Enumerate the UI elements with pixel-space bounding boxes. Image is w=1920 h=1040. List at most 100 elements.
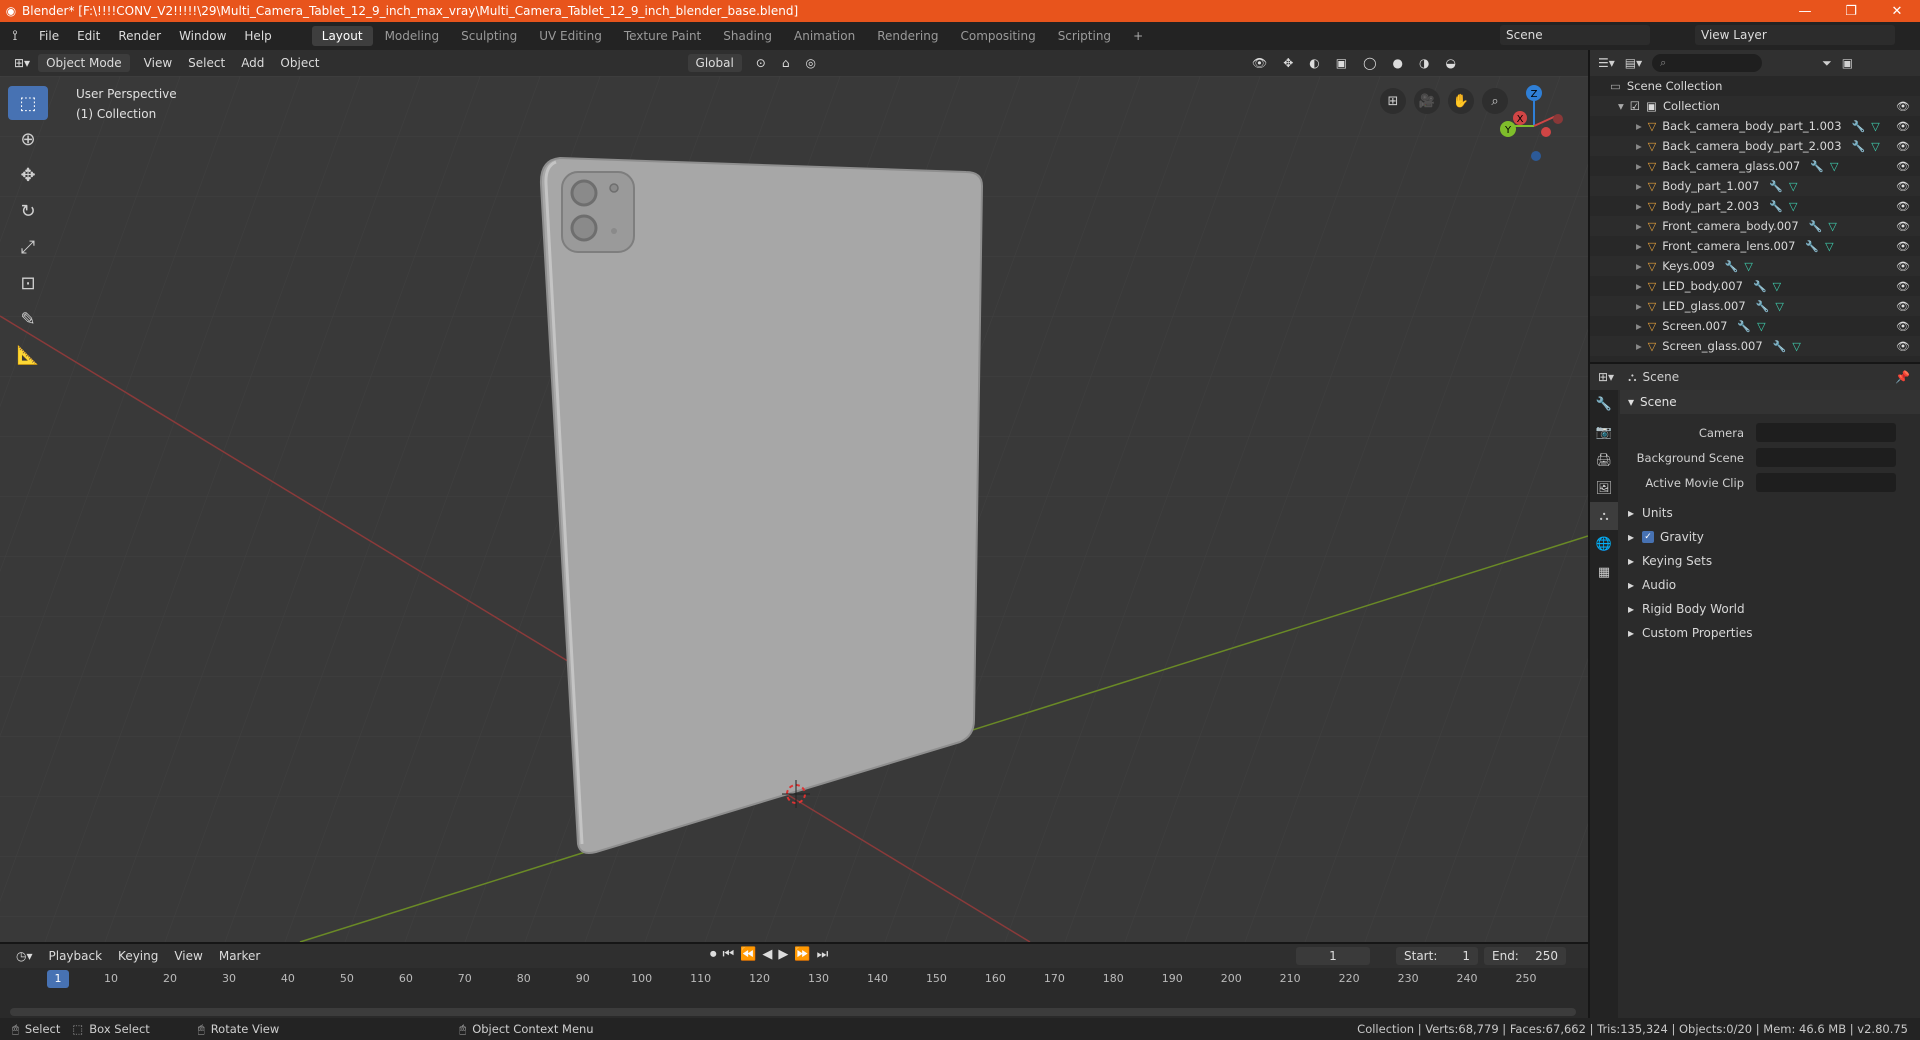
maximize-button[interactable]: ❐ — [1828, 4, 1874, 19]
transform-tool-icon[interactable]: ⊡ — [8, 266, 48, 300]
mode-dropdown[interactable]: Object Mode — [38, 54, 130, 72]
menu-object[interactable]: Object — [272, 54, 327, 72]
filter-icon[interactable]: ⏷ — [1822, 56, 1832, 71]
mesh-data-icon[interactable]: ▽ — [1775, 300, 1783, 313]
modifier-icon[interactable]: 🔧 — [1809, 220, 1823, 233]
outliner-object-row[interactable]: ▸ ▽ Screen_glass.007 🔧 ▽ 👁 — [1590, 336, 1920, 356]
view-layer-tab-icon[interactable]: 🖼 — [1590, 474, 1618, 502]
mesh-data-icon[interactable]: ▽ — [1789, 200, 1797, 213]
tab-uv-editing[interactable]: UV Editing — [529, 26, 612, 46]
eye-icon[interactable]: 👁 — [1896, 140, 1910, 153]
expand-arrow-icon[interactable]: ▾ — [1618, 99, 1624, 113]
keying-menu[interactable]: Keying — [110, 947, 166, 965]
expand-arrow-icon[interactable]: ▸ — [1636, 259, 1642, 273]
shading-rendered-icon[interactable]: ◒ — [1438, 54, 1464, 72]
snap-icon[interactable]: ⌂ — [774, 54, 798, 72]
modifier-icon[interactable]: 🔧 — [1773, 340, 1787, 353]
eye-icon[interactable]: 👁 — [1896, 320, 1910, 333]
collection-row[interactable]: ▾ ☑ ▣ Collection 👁 — [1590, 96, 1920, 116]
expand-arrow-icon[interactable]: ▸ — [1636, 179, 1642, 193]
transform-orientation-dropdown[interactable]: Global — [687, 54, 742, 72]
camera-view-icon[interactable]: 🎥 — [1414, 88, 1440, 114]
menu-view[interactable]: View — [136, 54, 180, 72]
outliner-editor-icon[interactable]: ☰▾ — [1598, 56, 1615, 70]
gizmo-neg-x[interactable] — [1553, 114, 1563, 124]
outliner-object-row[interactable]: ▸ ▽ Body_part_2.003 🔧 ▽ 👁 — [1590, 196, 1920, 216]
output-tab-icon[interactable]: 🖨 — [1590, 446, 1618, 474]
rotate-tool-icon[interactable]: ↻ — [8, 194, 48, 228]
outliner-object-row[interactable]: ▸ ▽ Body_part_1.007 🔧 ▽ 👁 — [1590, 176, 1920, 196]
modifier-icon[interactable]: 🔧 — [1852, 140, 1866, 153]
jump-end-icon[interactable]: ⏭ — [817, 947, 829, 962]
properties-editor-icon[interactable]: ⊞▾ — [1598, 370, 1614, 384]
units-panel[interactable]: ▸ Units — [1620, 501, 1920, 525]
checkbox-icon[interactable]: ☑ — [1630, 99, 1640, 113]
keying-sets-panel[interactable]: ▸ Keying Sets — [1620, 549, 1920, 573]
outliner-object-row[interactable]: ▸ ▽ Back_camera_glass.007 🔧 ▽ 👁 — [1590, 156, 1920, 176]
cursor-tool-icon[interactable]: ⊕ — [8, 122, 48, 156]
pan-hand-icon[interactable]: ✋ — [1448, 88, 1474, 114]
mesh-data-icon[interactable]: ▽ — [1789, 180, 1797, 193]
gravity-panel[interactable]: ▸ ✓ Gravity — [1620, 525, 1920, 549]
eye-icon[interactable]: 👁 — [1896, 260, 1910, 273]
render-tab-icon[interactable]: 📷 — [1590, 418, 1618, 446]
ortho-toggle-icon[interactable]: ⊞ — [1380, 88, 1406, 114]
annotate-tool-icon[interactable]: ✎ — [8, 302, 48, 336]
rigid-body-world-panel[interactable]: ▸ Rigid Body World — [1620, 597, 1920, 621]
tab-compositing[interactable]: Compositing — [950, 26, 1045, 46]
outliner-object-row[interactable]: ▸ ▽ LED_body.007 🔧 ▽ 👁 — [1590, 276, 1920, 296]
mesh-data-icon[interactable]: ▽ — [1825, 240, 1833, 253]
custom-properties-panel[interactable]: ▸ Custom Properties — [1620, 621, 1920, 645]
gravity-checkbox[interactable]: ✓ — [1642, 531, 1655, 543]
modifier-icon[interactable]: 🔧 — [1810, 160, 1824, 173]
tab-modeling[interactable]: Modeling — [375, 26, 450, 46]
expand-arrow-icon[interactable]: ▸ — [1636, 119, 1642, 133]
modifier-icon[interactable]: 🔧 — [1756, 300, 1770, 313]
menu-edit[interactable]: Edit — [68, 29, 109, 43]
background-scene-field[interactable] — [1756, 448, 1896, 467]
play-reverse-icon[interactable]: ◀ — [762, 947, 772, 962]
new-collection-icon[interactable]: ▣ — [1842, 56, 1853, 70]
menu-file[interactable]: File — [30, 29, 68, 43]
tab-sculpting[interactable]: Sculpting — [451, 26, 527, 46]
tool-tab-icon[interactable]: 🔧 — [1590, 390, 1618, 418]
menu-render[interactable]: Render — [109, 29, 170, 43]
expand-arrow-icon[interactable]: ▸ — [1636, 279, 1642, 293]
minimize-button[interactable]: — — [1782, 4, 1828, 19]
audio-panel[interactable]: ▸ Audio — [1620, 573, 1920, 597]
blender-menu-icon[interactable]: ⟟ — [0, 28, 30, 44]
modifier-icon[interactable]: 🔧 — [1753, 280, 1767, 293]
view-layer-selector[interactable]: View Layer — [1695, 25, 1895, 45]
outliner-object-row[interactable]: ▸ ▽ Keys.009 🔧 ▽ 👁 — [1590, 256, 1920, 276]
tablet-model[interactable] — [539, 156, 984, 854]
outliner-object-row[interactable]: ▸ ▽ LED_glass.007 🔧 ▽ 👁 — [1590, 296, 1920, 316]
mesh-data-icon[interactable]: ▽ — [1871, 140, 1879, 153]
shading-solid-icon[interactable]: ● — [1385, 54, 1411, 72]
outliner-search-input[interactable]: ⌕ — [1652, 54, 1763, 72]
mesh-data-icon[interactable]: ▽ — [1757, 320, 1765, 333]
menu-help[interactable]: Help — [235, 29, 280, 43]
timeline-editor-icon[interactable]: ◷▾ — [8, 947, 41, 965]
modifier-icon[interactable]: 🔧 — [1725, 260, 1739, 273]
mesh-data-icon[interactable]: ▽ — [1828, 220, 1836, 233]
eye-icon[interactable]: 👁 — [1896, 180, 1910, 193]
jump-start-icon[interactable]: ⏮ — [723, 947, 735, 962]
editor-type-icon[interactable]: ⊞▾ — [6, 54, 38, 72]
shading-wireframe-icon[interactable]: ◯ — [1355, 54, 1384, 72]
shading-material-icon[interactable]: ◑ — [1411, 54, 1437, 72]
outliner-object-row[interactable]: ▸ ▽ Back_camera_body_part_2.003 🔧 ▽ 👁 — [1590, 136, 1920, 156]
play-icon[interactable]: ▶ — [778, 947, 788, 962]
modifier-icon[interactable]: 🔧 — [1737, 320, 1751, 333]
tab-texture-paint[interactable]: Texture Paint — [614, 26, 711, 46]
modifier-icon[interactable]: 🔧 — [1769, 200, 1783, 213]
add-workspace-button[interactable]: + — [1123, 26, 1153, 46]
eye-icon[interactable]: 👁 — [1896, 120, 1910, 133]
expand-arrow-icon[interactable]: ▸ — [1636, 139, 1642, 153]
outliner-object-row[interactable]: ▸ ▽ Front_camera_lens.007 🔧 ▽ 👁 — [1590, 236, 1920, 256]
expand-arrow-icon[interactable]: ▸ — [1636, 319, 1642, 333]
eye-icon[interactable]: 👁 — [1896, 220, 1910, 233]
expand-arrow-icon[interactable]: ▸ — [1636, 239, 1642, 253]
outliner-object-row[interactable]: ▸ ▽ Screen.007 🔧 ▽ 👁 — [1590, 316, 1920, 336]
mesh-data-icon[interactable]: ▽ — [1792, 340, 1800, 353]
pin-icon[interactable]: 📌 — [1895, 370, 1910, 384]
